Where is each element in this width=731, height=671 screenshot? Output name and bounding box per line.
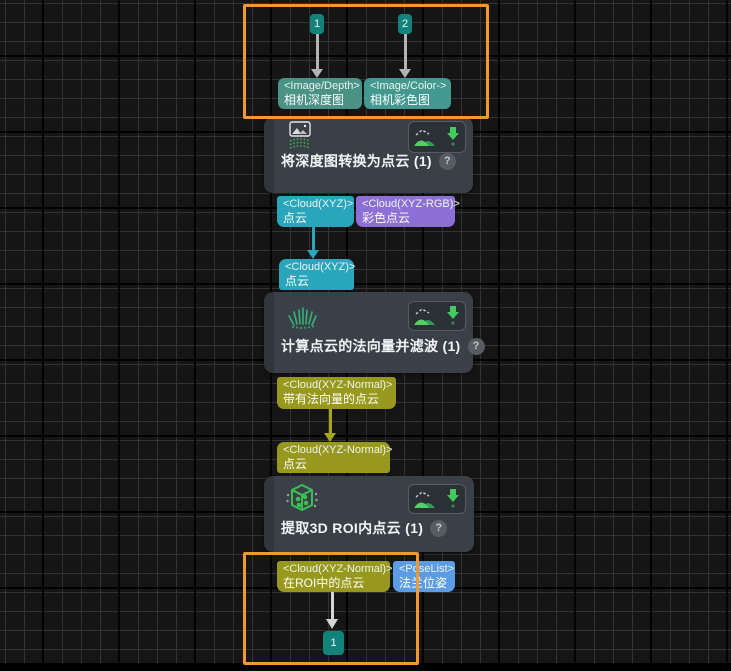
node-toolbar bbox=[408, 301, 466, 331]
connection-line bbox=[404, 34, 407, 70]
help-badge[interactable]: ? bbox=[439, 153, 456, 170]
help-badge[interactable]: ? bbox=[468, 338, 485, 355]
exit-port-1[interactable]: 1 bbox=[323, 631, 344, 655]
port-name-label: 在ROI中的点云 bbox=[283, 576, 390, 590]
collapse-down-icon[interactable] bbox=[445, 487, 461, 511]
node-title: 计算点云的法向量并滤波 (1) bbox=[281, 336, 461, 356]
arrowhead-icon bbox=[307, 250, 319, 259]
tab-type-label: <Image/Color-> bbox=[370, 80, 451, 93]
connection-line bbox=[331, 592, 334, 620]
node-depth-to-point-cloud[interactable]: 将深度图转换为点云 (1) ? bbox=[264, 117, 473, 193]
connection-line bbox=[316, 34, 319, 70]
collapse-down-icon[interactable] bbox=[445, 304, 461, 328]
port-cloud-in-roi-output[interactable]: <Cloud(XYZ-Normal)> 在ROI中的点云 bbox=[277, 561, 390, 592]
node-title: 将深度图转换为点云 (1) bbox=[281, 151, 432, 171]
port-name-label: 法兰位姿 bbox=[399, 576, 455, 590]
entry-port-1-label: 1 bbox=[314, 18, 320, 30]
node-toolbar bbox=[408, 484, 466, 514]
preview-output-icon[interactable] bbox=[413, 305, 437, 327]
tab-name-label: 相机深度图 bbox=[284, 93, 362, 107]
port-type-label: <Cloud(XYZ-Normal)> bbox=[283, 379, 396, 392]
collapse-down-icon[interactable] bbox=[445, 125, 461, 149]
node-calc-normals-filter[interactable]: 计算点云的法向量并滤波 (1) ? bbox=[264, 292, 473, 373]
preview-output-icon[interactable] bbox=[413, 126, 437, 148]
arrowhead-icon bbox=[399, 69, 411, 78]
port-type-label: <Cloud(XYZ)> bbox=[285, 261, 354, 274]
port-pose-list-output[interactable]: <PoseList> 法兰位姿 bbox=[393, 561, 455, 592]
tab-camera-depth-image[interactable]: <Image/Depth> 相机深度图 bbox=[278, 78, 362, 109]
port-cloud-xyz-rgb-output[interactable]: <Cloud(XYZ-RGB)> 彩色点云 bbox=[356, 196, 455, 227]
preview-output-icon[interactable] bbox=[413, 488, 437, 510]
port-cloud-normal-input[interactable]: <Cloud(XYZ-Normal)> 点云 bbox=[277, 442, 390, 473]
tab-type-label: <Image/Depth> bbox=[284, 80, 362, 93]
arrowhead-icon bbox=[324, 433, 336, 442]
tab-camera-color-image[interactable]: <Image/Color-> 相机彩色图 bbox=[364, 78, 451, 109]
exit-port-1-label: 1 bbox=[330, 637, 336, 649]
port-name-label: 点云 bbox=[285, 274, 354, 288]
point-cloud-normals-icon bbox=[285, 299, 319, 336]
connection-line bbox=[329, 409, 332, 434]
port-type-label: <Cloud(XYZ-Normal)> bbox=[283, 563, 390, 576]
port-type-label: <Cloud(XYZ-Normal)> bbox=[283, 444, 390, 457]
connection-line bbox=[312, 227, 315, 251]
entry-port-1[interactable]: 1 bbox=[310, 14, 324, 34]
arrowhead-icon bbox=[311, 69, 323, 78]
node-graph-canvas[interactable]: { "workflow": { "entry_ports": [ {"num":… bbox=[0, 0, 731, 671]
entry-port-2-label: 2 bbox=[402, 18, 408, 30]
canvas-bottom-edge bbox=[0, 665, 731, 671]
node-toolbar bbox=[408, 121, 466, 153]
port-name-label: 带有法向量的点云 bbox=[283, 392, 396, 406]
port-name-label: 点云 bbox=[283, 457, 390, 471]
entry-port-2[interactable]: 2 bbox=[398, 14, 412, 34]
port-type-label: <PoseList> bbox=[399, 563, 455, 576]
port-name-label: 点云 bbox=[283, 211, 354, 225]
port-type-label: <Cloud(XYZ-RGB)> bbox=[362, 198, 455, 211]
tab-name-label: 相机彩色图 bbox=[370, 93, 451, 107]
port-cloud-xyz-output[interactable]: <Cloud(XYZ)> 点云 bbox=[277, 196, 354, 227]
node-title: 提取3D ROI内点云 (1) bbox=[281, 518, 423, 538]
port-type-label: <Cloud(XYZ)> bbox=[283, 198, 354, 211]
port-cloud-xyz-input[interactable]: <Cloud(XYZ)> 点云 bbox=[279, 259, 354, 290]
port-name-label: 彩色点云 bbox=[362, 211, 455, 225]
port-cloud-normal-output[interactable]: <Cloud(XYZ-Normal)> 带有法向量的点云 bbox=[277, 377, 396, 409]
arrowhead-icon bbox=[326, 619, 338, 629]
help-badge[interactable]: ? bbox=[430, 520, 447, 537]
roi-cube-icon bbox=[285, 480, 319, 521]
node-extract-3d-roi[interactable]: 提取3D ROI内点云 (1) ? bbox=[264, 476, 474, 552]
